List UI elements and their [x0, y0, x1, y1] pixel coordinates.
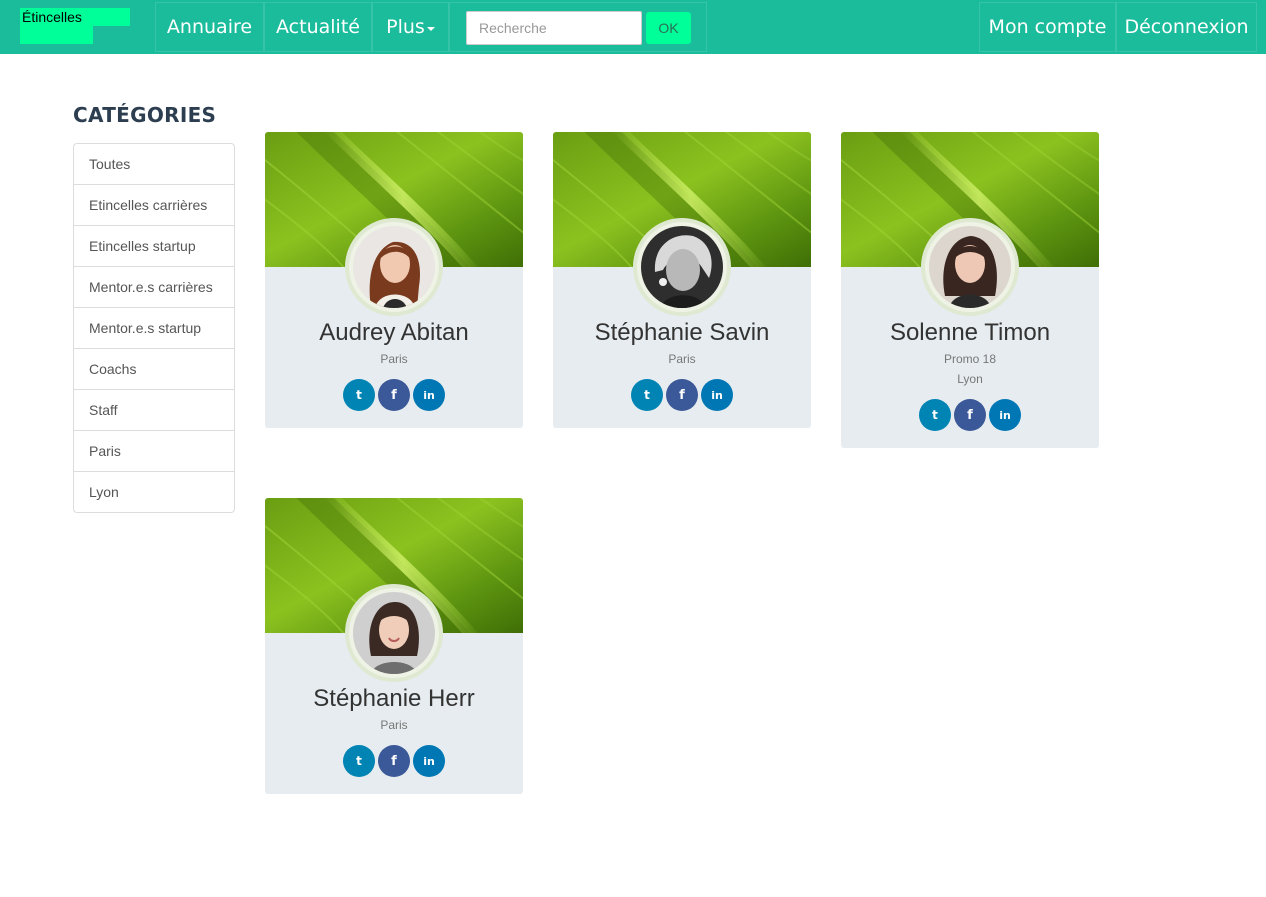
profile-card[interactable]: Solenne Timon Promo 18 Lyon t f in: [841, 132, 1099, 448]
category-item-lyon[interactable]: Lyon: [74, 472, 234, 512]
profile-name[interactable]: Stéphanie Savin: [553, 319, 811, 347]
categories-heading: CATÉGORIES: [73, 103, 217, 127]
facebook-icon[interactable]: f: [378, 745, 410, 777]
profile-city: Paris: [380, 352, 408, 366]
category-item-staff[interactable]: Staff: [74, 390, 234, 431]
category-item-mentors-startup[interactable]: Mentor.e.s startup: [74, 308, 234, 349]
profile-card[interactable]: Stéphanie Savin Paris t f in: [553, 132, 811, 428]
twitter-icon[interactable]: t: [343, 745, 375, 777]
category-list: Toutes Etincelles carrières Etincelles s…: [73, 143, 235, 513]
profile-avatar[interactable]: [345, 584, 443, 682]
avatar-photo: [929, 226, 1011, 308]
twitter-icon[interactable]: t: [631, 379, 663, 411]
brand-name: Étincelles: [22, 9, 82, 25]
top-navbar: Étincelles Annuaire Actualité Plus OK Mo…: [0, 0, 1266, 54]
facebook-icon[interactable]: f: [666, 379, 698, 411]
nav-deconnexion-label: Déconnexion: [1124, 16, 1249, 38]
facebook-icon[interactable]: f: [378, 379, 410, 411]
profile-avatar[interactable]: [345, 218, 443, 316]
category-item-mentors-carrieres[interactable]: Mentor.e.s carrières: [74, 267, 234, 308]
category-item-toutes[interactable]: Toutes: [74, 144, 234, 185]
nav-actualite-label: Actualité: [276, 16, 360, 38]
profile-avatar[interactable]: [921, 218, 1019, 316]
nav-actualite[interactable]: Actualité: [264, 2, 372, 52]
nav-plus-label: Plus: [386, 16, 425, 38]
nav-mon-compte-label: Mon compte: [988, 16, 1107, 38]
profile-city: Paris: [668, 352, 696, 366]
profile-card[interactable]: Audrey Abitan Paris t f in: [265, 132, 523, 428]
category-item-coachs[interactable]: Coachs: [74, 349, 234, 390]
profile-promo: Promo 18: [943, 352, 997, 366]
social-links: t f in: [841, 399, 1099, 431]
search-input[interactable]: [466, 11, 642, 45]
social-links: t f in: [265, 379, 523, 411]
twitter-icon[interactable]: t: [919, 399, 951, 431]
nav-annuaire[interactable]: Annuaire: [155, 2, 264, 52]
profile-name[interactable]: Solenne Timon: [841, 319, 1099, 347]
facebook-icon[interactable]: f: [954, 399, 986, 431]
profile-name[interactable]: Audrey Abitan: [265, 319, 523, 347]
nav-annuaire-label: Annuaire: [166, 16, 253, 38]
twitter-icon[interactable]: t: [343, 379, 375, 411]
profile-name[interactable]: Stéphanie Herr: [265, 685, 523, 713]
linkedin-icon[interactable]: in: [413, 745, 445, 777]
linkedin-icon[interactable]: in: [701, 379, 733, 411]
nav-mon-compte[interactable]: Mon compte: [979, 2, 1116, 52]
brand-logo[interactable]: Étincelles: [20, 8, 130, 44]
avatar-photo: [641, 226, 723, 308]
profile-city: Paris: [380, 718, 408, 732]
linkedin-icon[interactable]: in: [989, 399, 1021, 431]
linkedin-icon[interactable]: in: [413, 379, 445, 411]
search-form: OK: [449, 2, 707, 52]
social-links: t f in: [265, 745, 523, 777]
profile-card[interactable]: Stéphanie Herr Paris t f in: [265, 498, 523, 794]
caret-down-icon: [426, 26, 435, 31]
nav-plus-dropdown[interactable]: Plus: [372, 2, 449, 52]
category-item-etincelles-startup[interactable]: Etincelles startup: [74, 226, 234, 267]
profile-avatar[interactable]: [633, 218, 731, 316]
profile-city: Lyon: [957, 372, 983, 386]
avatar-photo: [353, 592, 435, 674]
logo-block-bottom: [20, 26, 93, 44]
search-button[interactable]: OK: [646, 12, 691, 44]
avatar-photo: [353, 226, 435, 308]
nav-deconnexion[interactable]: Déconnexion: [1116, 2, 1257, 52]
category-item-paris[interactable]: Paris: [74, 431, 234, 472]
social-links: t f in: [553, 379, 811, 411]
category-item-etincelles-carrieres[interactable]: Etincelles carrières: [74, 185, 234, 226]
